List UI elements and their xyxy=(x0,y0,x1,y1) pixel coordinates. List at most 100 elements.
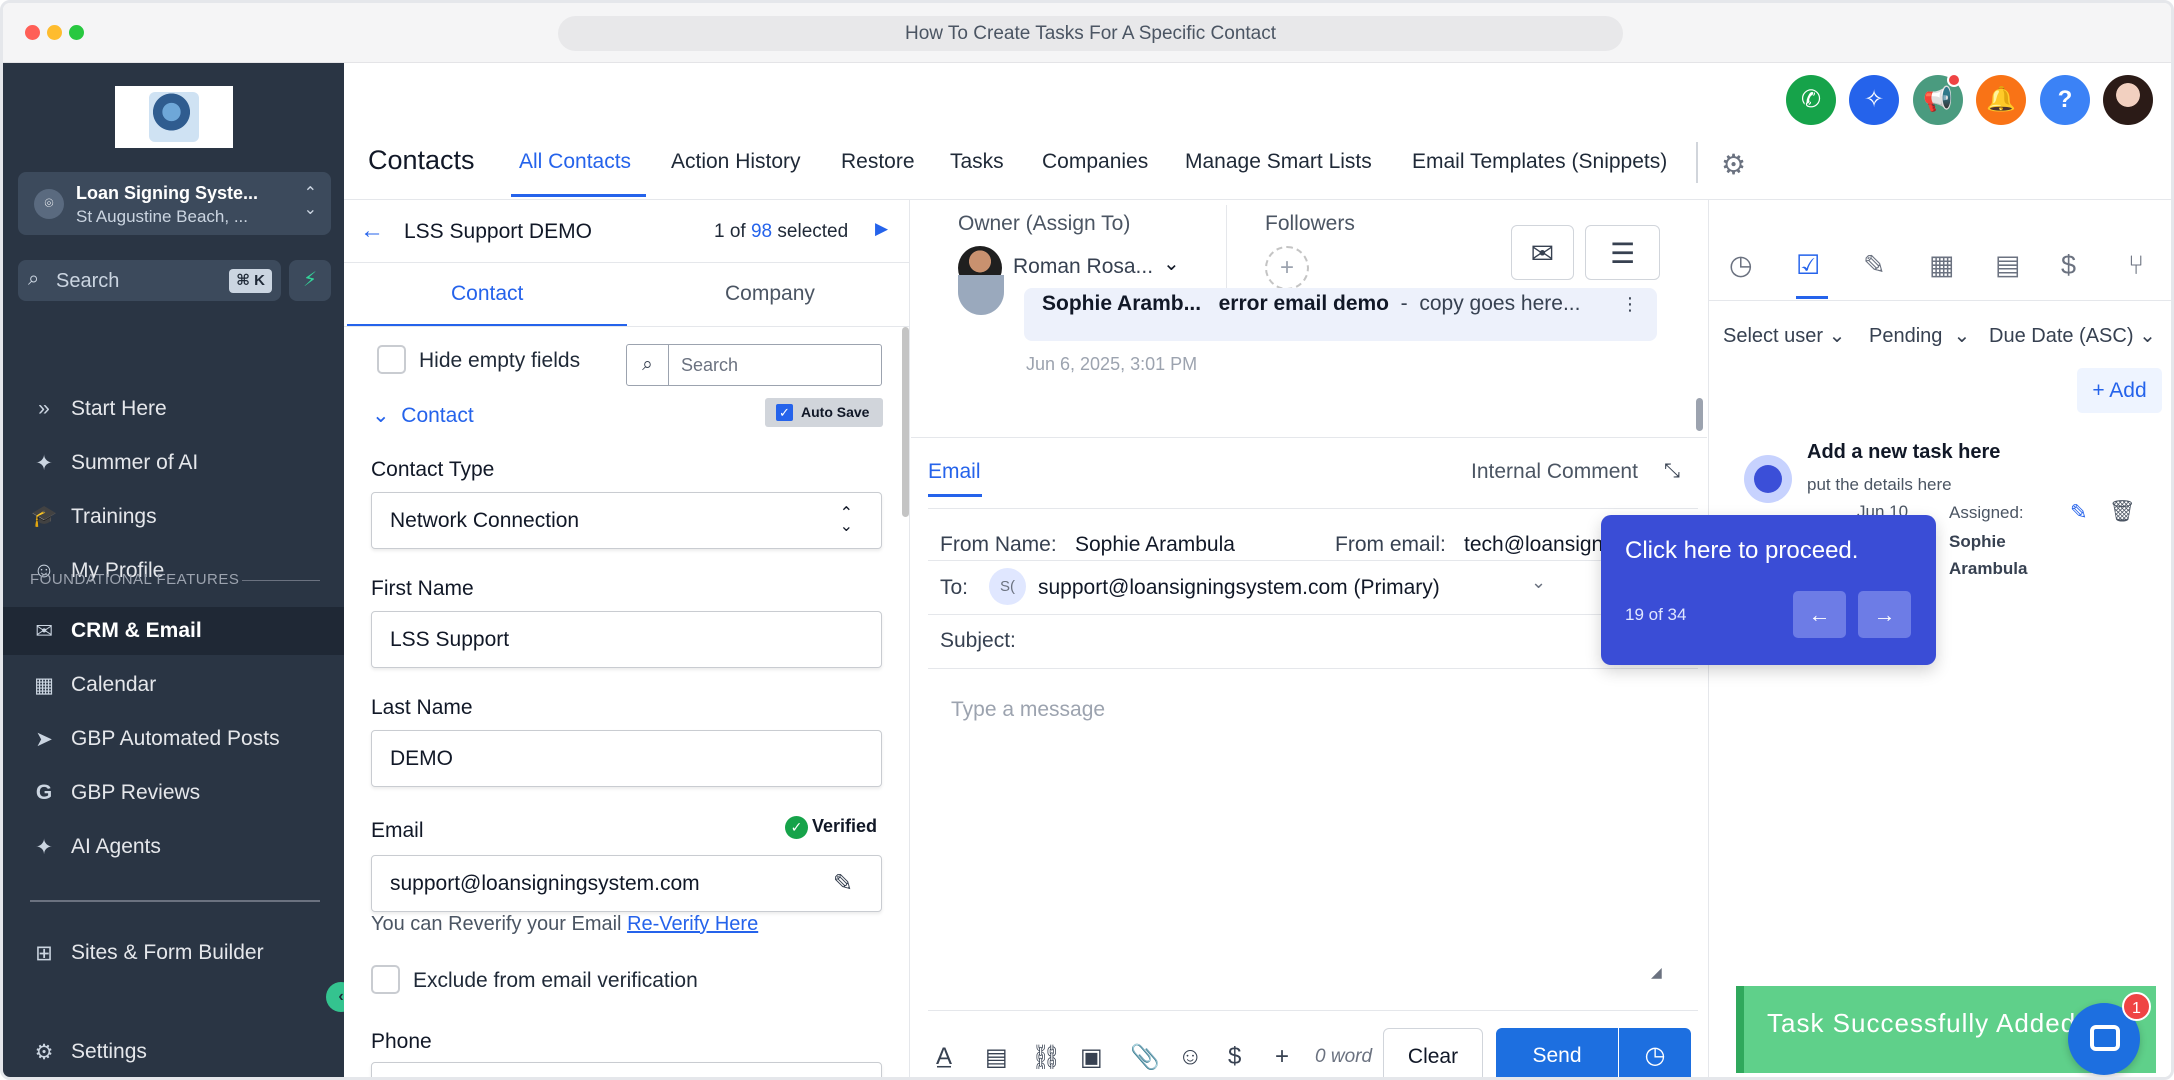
scrollbar[interactable] xyxy=(902,327,909,517)
contact-type-select[interactable]: Network Connection ⌃ ⌄ xyxy=(371,492,882,549)
user-avatar[interactable] xyxy=(2103,75,2153,125)
tab-action-history[interactable]: Action History xyxy=(671,150,801,174)
from-email-value[interactable]: tech@loansign xyxy=(1464,533,1603,557)
minimize-icon[interactable]: ⤡ xyxy=(1664,460,1680,483)
pencil-icon[interactable]: ✎ xyxy=(1863,250,1886,281)
sidebar-search[interactable]: ⌕ Search ⌘ K xyxy=(18,260,281,301)
tab-restore[interactable]: Restore xyxy=(841,150,915,174)
sidebar-item-start-here[interactable]: » Start Here xyxy=(3,385,344,433)
sparkle-icon: ✦ xyxy=(35,835,53,859)
sidebar-item-sites-form-builder[interactable]: ⊞ Sites & Form Builder xyxy=(3,929,344,977)
autosave-toggle[interactable]: ✓ Auto Save xyxy=(765,398,883,427)
minimize-window-button[interactable] xyxy=(47,25,62,40)
filter-button[interactable]: ☰ xyxy=(1585,225,1660,280)
phone-field[interactable] xyxy=(371,1062,882,1077)
sidebar-item-summer-of-ai[interactable]: ✦ Summer of AI xyxy=(3,439,344,487)
owner-select[interactable]: Roman Rosa... xyxy=(1013,255,1153,279)
dollar-icon[interactable]: $ xyxy=(1228,1043,1241,1071)
email-view-button[interactable]: ✉ xyxy=(1511,225,1574,280)
chevrons-right-icon: » xyxy=(38,397,50,420)
send-button[interactable]: Send xyxy=(1496,1028,1618,1077)
maximize-window-button[interactable] xyxy=(69,25,84,40)
paperclip-icon[interactable]: 📎 xyxy=(1130,1043,1160,1072)
resize-handle-icon[interactable]: ◢ xyxy=(1651,964,1662,981)
dollar-icon[interactable]: $ xyxy=(2061,250,2076,281)
help-button[interactable]: ? xyxy=(2040,75,2090,125)
template-icon[interactable]: ▤ xyxy=(985,1043,1008,1072)
tour-next-button[interactable]: → xyxy=(1858,591,1911,638)
envelope-icon: ✉ xyxy=(1530,238,1555,269)
status-filter[interactable]: Pending ⌄ xyxy=(1869,323,1970,348)
tab-internal-comment[interactable]: Internal Comment xyxy=(1471,460,1638,484)
sort-filter[interactable]: Due Date (ASC) ⌄ xyxy=(1989,323,2156,348)
browser-titlebar: How To Create Tasks For A Specific Conta… xyxy=(3,3,2171,63)
sidebar-item-calendar[interactable]: ▦ Calendar xyxy=(3,661,344,709)
sidebar-item-gbp-automated-posts[interactable]: ➤ GBP Automated Posts xyxy=(3,715,344,763)
email-field[interactable]: support@loansigningsystem.com ✎ xyxy=(371,855,882,912)
from-name-value[interactable]: Sophie Arambula xyxy=(1075,533,1235,557)
user-filter[interactable]: Select user ⌄ xyxy=(1723,323,1845,348)
sidebar-item-gbp-reviews[interactable]: G GBP Reviews xyxy=(3,769,344,817)
task-title[interactable]: Add a new task here xyxy=(1807,441,2000,464)
tab-email-templates[interactable]: Email Templates (Snippets) xyxy=(1412,150,1667,174)
url-bar[interactable]: How To Create Tasks For A Specific Conta… xyxy=(558,16,1623,51)
search-icon: ⌕ xyxy=(28,268,40,290)
to-select[interactable]: support@loansigningsystem.com (Primary) xyxy=(1038,576,1440,600)
quick-action-button[interactable]: ⚡ xyxy=(289,260,331,301)
message-textarea[interactable] xyxy=(928,682,1698,982)
chevron-down-icon[interactable]: ⌄ xyxy=(1163,251,1180,276)
sidebar-item-ai-agents[interactable]: ✦ AI Agents xyxy=(3,823,344,871)
sidebar-item-trainings[interactable]: 🎓 Trainings xyxy=(3,493,344,541)
tab-company[interactable]: Company xyxy=(725,282,815,306)
sidebar-item-crm-email[interactable]: ✉ CRM & Email xyxy=(3,607,344,655)
workflow-icon[interactable]: ⑂ xyxy=(2128,250,2144,281)
next-record-icon[interactable]: ▶ xyxy=(875,219,888,239)
first-name-field[interactable]: LSS Support xyxy=(371,611,882,668)
kebab-menu-icon[interactable]: ⋮ xyxy=(1621,294,1639,315)
trash-icon[interactable]: 🗑 xyxy=(2109,500,2136,524)
active-tab-indicator xyxy=(511,194,646,197)
history-icon[interactable]: ◷ xyxy=(1729,250,1753,281)
document-icon[interactable]: ▤ xyxy=(1995,250,2021,281)
ai-assistant-button[interactable]: ✧ xyxy=(1849,75,1899,125)
calendar-icon[interactable]: ▦ xyxy=(1929,250,1955,281)
add-follower-button[interactable]: + xyxy=(1265,246,1309,290)
notifications-button[interactable]: 🔔 xyxy=(1976,75,2026,125)
close-window-button[interactable] xyxy=(25,25,40,40)
reverify-link[interactable]: Re-Verify Here xyxy=(627,913,758,935)
tour-prev-button[interactable]: ← xyxy=(1793,591,1846,638)
tab-manage-smart-lists[interactable]: Manage Smart Lists xyxy=(1185,150,1372,174)
sidebar-item-label: Settings xyxy=(71,1040,147,1063)
field-search-input[interactable]: ⌕ Search xyxy=(626,344,882,386)
phone-button[interactable]: ✆ xyxy=(1786,75,1836,125)
hide-empty-checkbox[interactable] xyxy=(377,345,406,374)
link-icon[interactable]: ⛓ xyxy=(1031,1043,1061,1072)
tab-all-contacts[interactable]: All Contacts xyxy=(519,150,631,174)
tab-tasks[interactable]: Tasks xyxy=(950,150,1004,174)
contacts-settings-button[interactable]: ⚙ xyxy=(1721,148,1746,181)
exclude-verification-checkbox[interactable] xyxy=(371,965,400,994)
plus-icon[interactable]: + xyxy=(1275,1043,1289,1071)
clear-button[interactable]: Clear xyxy=(1383,1028,1483,1077)
add-task-button[interactable]: + Add xyxy=(2077,368,2162,413)
scrollbar[interactable] xyxy=(1696,398,1703,431)
pencil-icon[interactable]: ✎ xyxy=(833,869,853,898)
chevron-down-icon[interactable]: ⌄ xyxy=(1531,572,1546,593)
edit-icon[interactable]: ✎ xyxy=(2070,500,2088,525)
location-switcher[interactable]: ⌾ Loan Signing Syste... St Augustine Bea… xyxy=(18,172,331,235)
task-complete-toggle[interactable] xyxy=(1744,455,1792,503)
chevron-left-icon: ‹ xyxy=(338,988,344,1005)
tasks-icon[interactable]: ☑ xyxy=(1796,250,1820,281)
schedule-send-button[interactable]: ◷ xyxy=(1619,1028,1691,1077)
tab-contact[interactable]: Contact xyxy=(451,282,523,306)
tab-email[interactable]: Email xyxy=(928,460,981,484)
last-name-field[interactable]: DEMO xyxy=(371,730,882,787)
sidebar-item-settings[interactable]: ⚙ Settings xyxy=(3,1028,344,1076)
text-format-icon[interactable]: A̲ xyxy=(936,1043,952,1071)
tab-companies[interactable]: Companies xyxy=(1042,150,1148,174)
back-arrow-icon[interactable]: ← xyxy=(360,217,384,245)
emoji-icon[interactable]: ☺ xyxy=(1178,1043,1203,1071)
image-icon[interactable]: ▣ xyxy=(1080,1043,1103,1072)
contact-section-toggle[interactable]: ⌄ Contact xyxy=(372,403,474,428)
total-count[interactable]: 98 xyxy=(751,221,772,242)
